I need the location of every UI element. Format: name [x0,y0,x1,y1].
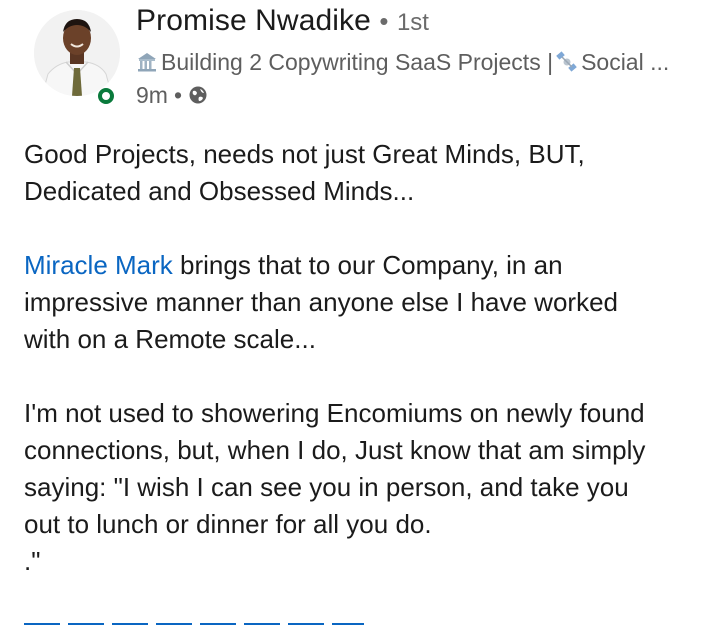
meta-separator: • [173,81,183,108]
globe-icon [189,86,207,104]
post-meta: 9m • [136,80,208,110]
body-line: Good Projects, needs not just Great Mind… [24,139,585,169]
connection-degree: 1st [396,9,429,36]
body-text: brings that to our Company, in an [172,250,563,280]
avatar-photo-icon [34,10,120,96]
hashtags-cutoff-line [24,623,364,625]
author-headline[interactable]: Building 2 Copywriting SaaS Projects | S… [136,46,696,78]
bank-emoji-icon [138,53,156,72]
body-line: Dedicated and Obsessed Minds... [24,176,415,206]
author-avatar-wrap[interactable] [34,10,124,110]
body-line: out to lunch or dinner for all you do. [24,509,432,539]
post-header: Promise Nwadike • 1st Building 2 Copywri… [0,0,720,120]
mention-link[interactable]: Miracle Mark [24,250,173,280]
online-status-icon [98,88,114,104]
author-name[interactable]: Promise Nwadike [136,4,371,37]
post-body: Good Projects, needs not just Great Mind… [24,136,704,580]
body-line: ." [24,546,41,576]
body-line: with on a Remote scale... [24,324,316,354]
author-name-row: Promise Nwadike • 1st [136,4,429,44]
body-line: saying: "I wish I can see you in person,… [24,472,629,502]
avatar[interactable] [34,10,120,96]
headline-tail: Social ... [581,48,670,75]
headline-text: Building 2 Copywriting SaaS Projects | [161,48,554,75]
name-separator: • [379,6,389,36]
hashtags-cutoff[interactable] [24,620,364,626]
satellite-emoji-icon [556,51,577,72]
body-line-with-mention: Miracle Mark brings that to our Company,… [24,247,704,284]
post-time: 9m [136,81,168,108]
body-line: connections, but, when I do, Just know t… [24,435,646,465]
body-line: I'm not used to showering Encomiums on n… [24,398,645,428]
body-line: impressive manner than anyone else I hav… [24,287,618,317]
